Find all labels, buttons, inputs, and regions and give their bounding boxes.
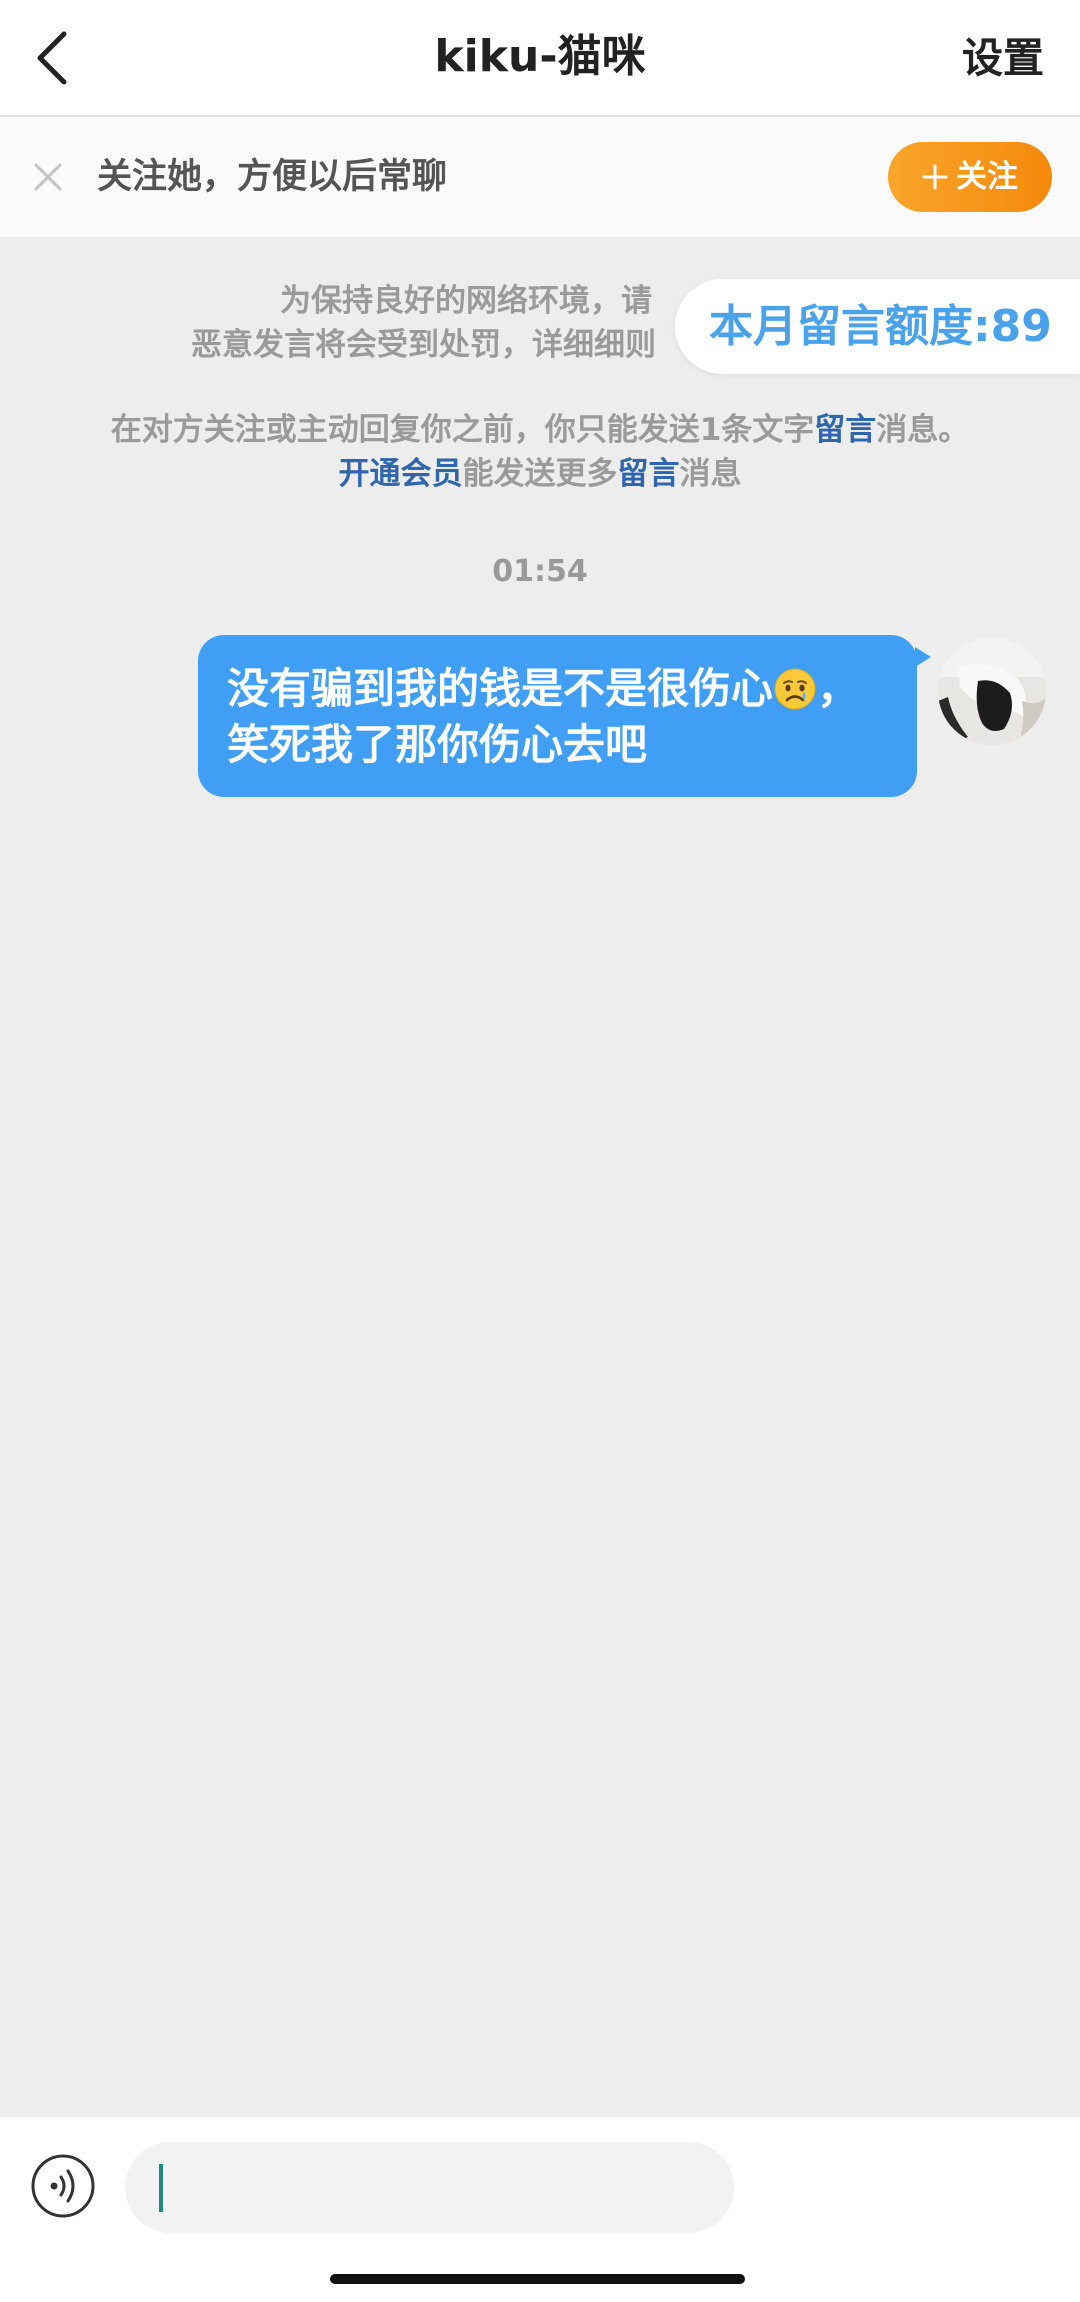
quota-popup: 本月留言额度:89 — [675, 279, 1080, 374]
top-bar: kiku-猫咪 设置 — [0, 0, 1080, 117]
plus-icon — [922, 164, 948, 190]
notice-text: 消息。 — [876, 412, 970, 448]
message-input[interactable] — [125, 2142, 734, 2233]
notice-text: 在对方关注或主动回复你之前，你只能发送1条文字 — [110, 412, 815, 448]
message-line-2: 笑死我了那你伤心去吧 — [227, 720, 648, 769]
notice-text: 消息 — [679, 456, 742, 492]
message-line-1: 没有骗到我的钱是不是很伤心 ， — [227, 661, 859, 717]
vip-link[interactable]: 开通会员 — [339, 456, 463, 492]
notice-line-4: 开通会员能发送更多留言消息 — [0, 453, 1080, 495]
message-timestamp: 01:54 — [492, 554, 588, 589]
settings-button[interactable]: 设置 — [962, 30, 1044, 86]
text-cursor — [159, 2164, 163, 2212]
notice-line-1: 为保持良好的网络环境，请 — [280, 283, 652, 319]
follow-button-label: 关注 — [956, 159, 1018, 195]
message-link[interactable]: 留言 — [814, 412, 876, 448]
notice-line-3: 在对方关注或主动回复你之前，你只能发送1条文字留言消息。 — [0, 409, 1080, 451]
follow-banner: 关注她，方便以后常聊 关注 — [0, 117, 1080, 237]
notice-text: 能发送更多 — [462, 456, 618, 492]
home-indicator[interactable] — [330, 2274, 745, 2284]
message-bubble[interactable]: 没有骗到我的钱是不是很伤心 ， 笑死我了那你伤心去吧 — [198, 635, 931, 797]
close-banner-button[interactable] — [30, 159, 66, 195]
bubble-tail — [915, 647, 931, 667]
notice-line-2: 恶意发言将会受到处罚，详细细则 — [191, 327, 656, 363]
voice-button[interactable] — [30, 2153, 96, 2219]
follow-button[interactable]: 关注 — [888, 142, 1052, 212]
close-icon — [34, 163, 62, 191]
message-text: 没有骗到我的钱是不是很伤心 — [227, 664, 774, 713]
crying-face-icon — [774, 668, 816, 710]
avatar-image — [938, 637, 1046, 745]
follow-prompt-text: 关注她，方便以后常聊 — [97, 157, 448, 197]
quota-text: 本月留言额度:89 — [709, 301, 1052, 352]
avatar[interactable] — [938, 637, 1046, 745]
input-bar — [0, 2117, 1080, 2302]
voice-icon — [31, 2154, 95, 2218]
message-link[interactable]: 留言 — [618, 456, 680, 492]
chat-title: kiku-猫咪 — [434, 31, 646, 82]
message-text: ， — [817, 664, 860, 713]
